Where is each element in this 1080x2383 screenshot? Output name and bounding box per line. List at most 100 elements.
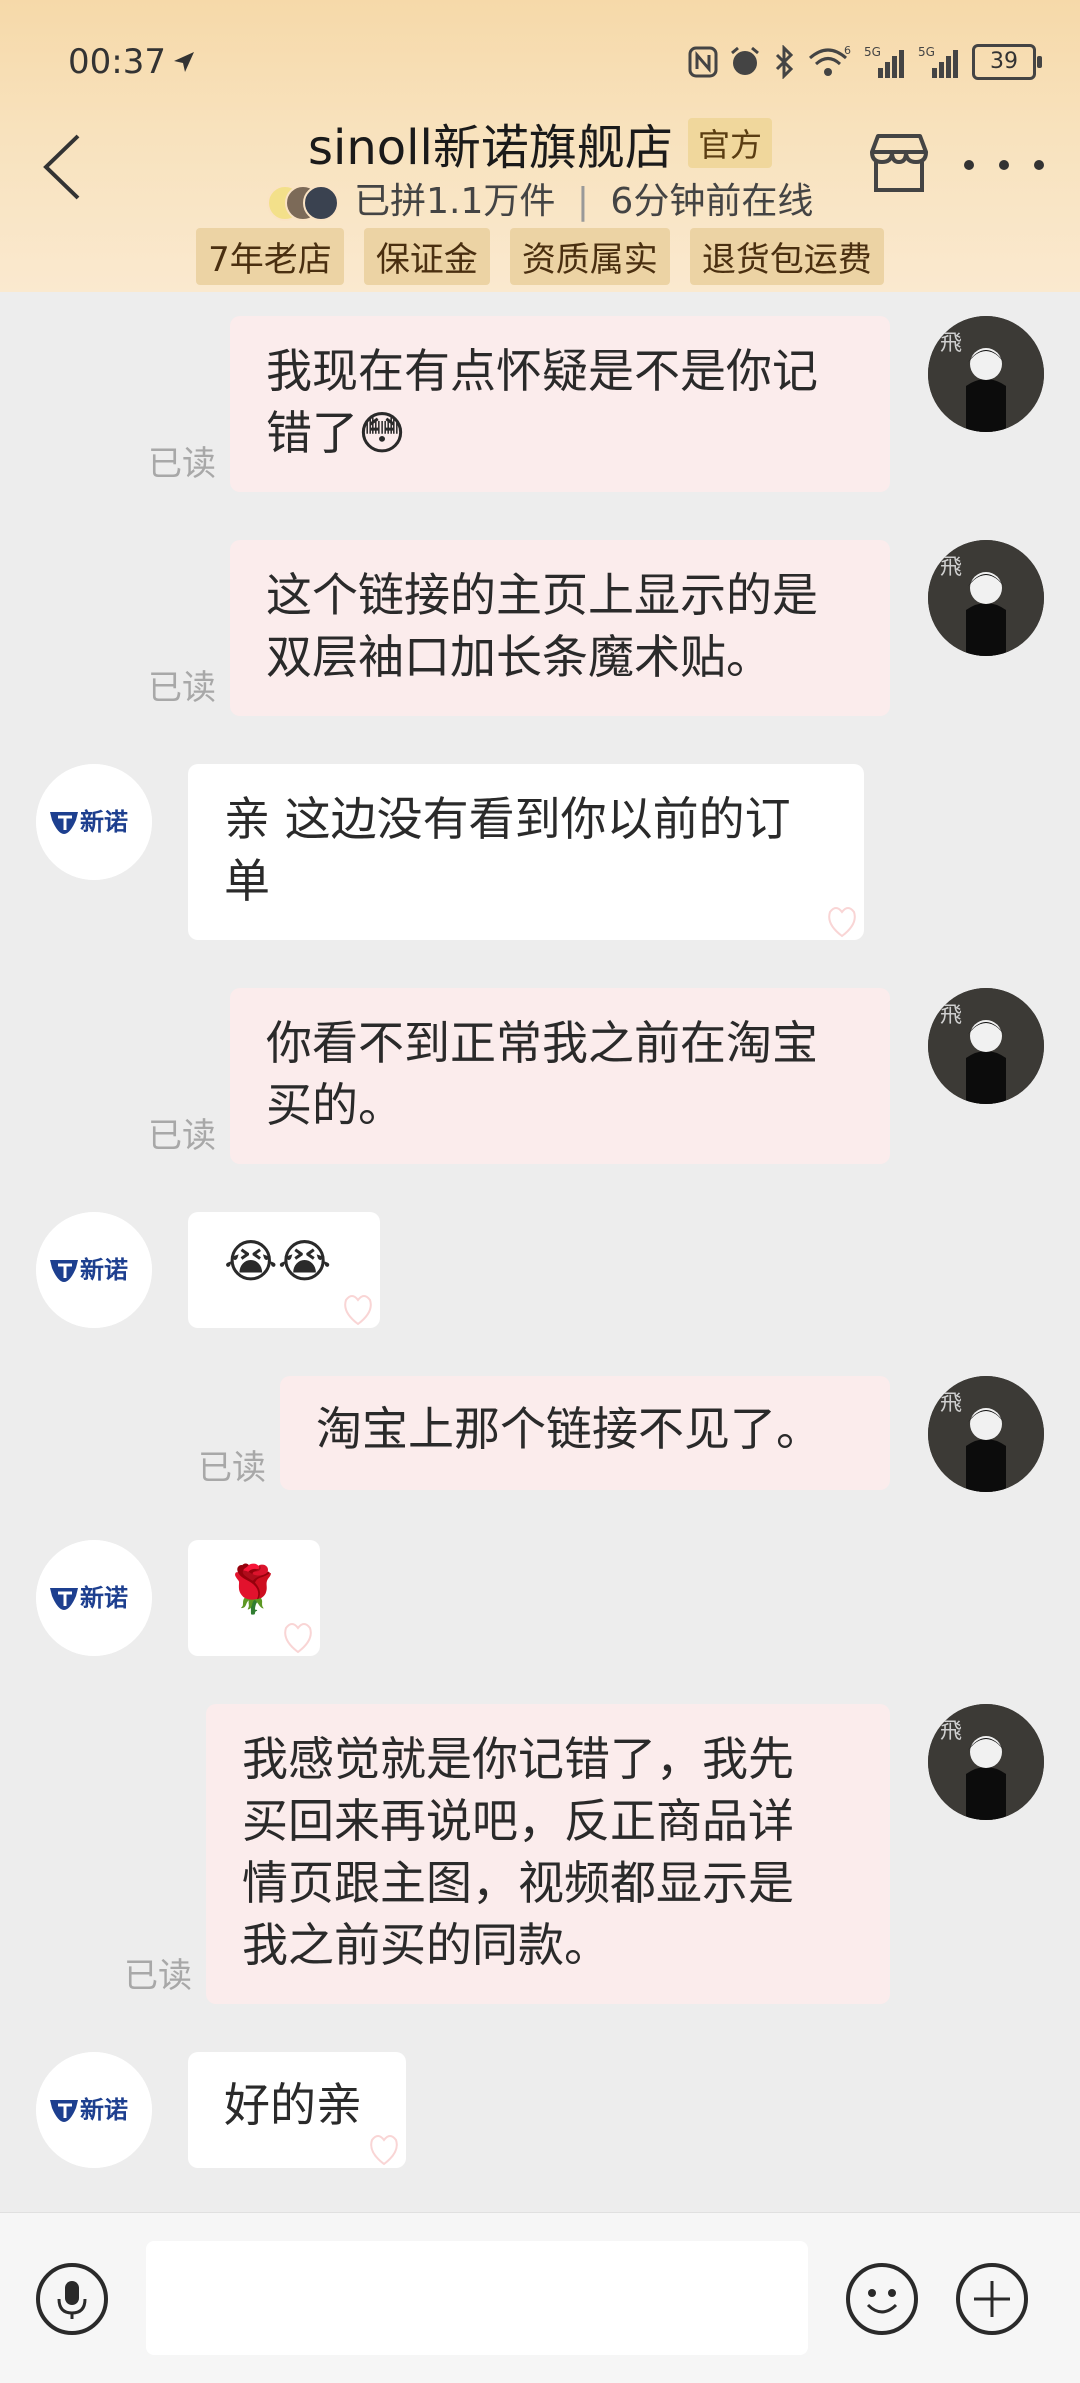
status-time: 00:37 xyxy=(68,42,166,82)
message-list[interactable]: 已读 我现在有点怀疑是不是你记 错了😳 飛 已读 这个链接的主页上显示的是 双层… xyxy=(0,292,1080,2212)
read-receipt: 已读 xyxy=(124,1956,192,1996)
flushed-face-emoji: 😳 xyxy=(358,406,406,460)
more-dots-icon xyxy=(999,160,1009,170)
svg-text:新诺: 新诺 xyxy=(80,1256,128,1284)
svg-text:飛: 飛 xyxy=(940,555,962,580)
svg-text:新诺: 新诺 xyxy=(80,2096,128,2124)
shop-logo-icon: 新诺 xyxy=(36,1212,152,1328)
shop-tag: 退货包运费 xyxy=(689,228,884,285)
svg-text:新诺: 新诺 xyxy=(80,1584,128,1612)
watermark-icon xyxy=(370,2135,398,2166)
microphone-icon xyxy=(57,2281,87,2319)
shop-tags: 7年老店 保证金 资质属实 退货包运费 xyxy=(0,228,1080,285)
message-bubble[interactable]: 这个链接的主页上显示的是 双层袖口加长条魔术贴。 xyxy=(230,540,890,716)
user-avatar[interactable]: 飛 xyxy=(928,316,1044,432)
buyer-avatar xyxy=(302,185,339,221)
svg-text:飛: 飛 xyxy=(940,1391,962,1416)
emoji-button[interactable] xyxy=(846,2263,918,2335)
crying-face-emoji: 😭😭 xyxy=(224,1234,332,1288)
status-bar: 00:37 6 5G 5G 39 xyxy=(0,0,1080,120)
bluetooth-icon xyxy=(775,45,794,79)
message-text: 错了 xyxy=(266,406,358,460)
message-bubble[interactable]: 我现在有点怀疑是不是你记 错了😳 xyxy=(230,316,890,492)
more-options-button[interactable] xyxy=(964,150,1044,180)
message-text: 单 xyxy=(224,854,270,908)
message-text: 好的亲 xyxy=(224,2078,362,2132)
user-avatar[interactable]: 飛 xyxy=(928,988,1044,1104)
alarm-icon xyxy=(731,46,759,75)
nfc-icon xyxy=(688,46,718,78)
shop-name: sinoll新诺旗舰店 xyxy=(308,120,673,176)
message-text: 双层袖口加长条魔术贴。 xyxy=(266,630,772,684)
message-bubble[interactable]: 好的亲 xyxy=(188,2052,406,2168)
shop-logo-icon: 新诺 xyxy=(36,764,152,880)
svg-text:飛: 飛 xyxy=(940,331,962,356)
shop-tag: 资质属实 xyxy=(509,228,670,285)
official-badge: 官方 xyxy=(687,118,772,168)
user-avatar[interactable]: 飛 xyxy=(928,1376,1044,1492)
chat-header: 00:37 6 5G 5G 39 sinoll新诺旗舰店 官方 已拼1.1万件 … xyxy=(0,0,1080,292)
user-avatar-image: 飛 xyxy=(928,988,1044,1104)
message-bubble[interactable]: 你看不到正常我之前在淘宝 买的。 xyxy=(230,988,890,1164)
shop-tag: 保证金 xyxy=(363,228,490,285)
read-receipt: 已读 xyxy=(198,1448,266,1488)
user-avatar[interactable]: 飛 xyxy=(928,1704,1044,1820)
message-bubble[interactable]: 淘宝上那个链接不见了。 xyxy=(280,1376,890,1490)
message-bubble[interactable]: 😭😭 xyxy=(188,1212,380,1328)
svg-text:5G: 5G xyxy=(918,45,935,59)
message-input[interactable] xyxy=(146,2241,808,2355)
user-avatar-image: 飛 xyxy=(928,1704,1044,1820)
svg-text:5G: 5G xyxy=(864,45,881,59)
message-text: 这个链接的主页上显示的是 xyxy=(266,568,818,622)
location-arrow-icon xyxy=(174,52,194,72)
voice-button[interactable] xyxy=(36,2263,108,2335)
svg-text:新诺: 新诺 xyxy=(80,808,128,836)
read-receipt: 已读 xyxy=(148,1116,216,1156)
watermark-icon xyxy=(284,1623,312,1654)
more-dots-icon xyxy=(1034,160,1044,170)
store-button[interactable] xyxy=(864,128,934,198)
svg-text:6: 6 xyxy=(844,44,851,57)
message-text: 我现在有点怀疑是不是你记 xyxy=(266,344,818,398)
shop-avatar[interactable]: 新诺 xyxy=(36,764,152,880)
sales-stat: 已拼1.1万件 xyxy=(354,181,556,222)
wifi-icon: 6 xyxy=(809,44,851,76)
shop-avatar[interactable]: 新诺 xyxy=(36,1540,152,1656)
read-receipt: 已读 xyxy=(148,668,216,708)
user-avatar-image: 飛 xyxy=(928,316,1044,432)
shop-tag: 7年老店 xyxy=(196,228,344,285)
message-bubble[interactable]: 亲 这边没有看到你以前的订 单 xyxy=(188,764,864,940)
signal-5g-icon-2: 5G xyxy=(918,45,958,78)
plus-icon xyxy=(974,2281,1010,2317)
svg-text:飛: 飛 xyxy=(940,1719,962,1744)
shop-avatar[interactable]: 新诺 xyxy=(36,2052,152,2168)
more-dots-icon xyxy=(964,160,974,170)
shop-avatar[interactable]: 新诺 xyxy=(36,1212,152,1328)
plus-button[interactable] xyxy=(956,2263,1028,2335)
input-bar xyxy=(0,2212,1080,2383)
online-status: 6分钟前在线 xyxy=(610,181,814,222)
user-avatar[interactable]: 飛 xyxy=(928,540,1044,656)
svg-text:飛: 飛 xyxy=(940,1003,962,1028)
shop-logo-icon: 新诺 xyxy=(36,1540,152,1656)
battery-indicator: 39 xyxy=(972,44,1042,80)
message-bubble[interactable]: 我感觉就是你记错了，我先 买回来再说吧，反正商品详 情页跟主图，视频都显示是 我… xyxy=(206,1704,890,2004)
message-text: 买回来再说吧，反正商品详 xyxy=(242,1794,794,1848)
message-text: 情页跟主图，视频都显示是 xyxy=(242,1856,794,1910)
smiley-icon xyxy=(866,2289,898,2314)
message-text: 我之前买的同款。 xyxy=(242,1918,610,1972)
signal-5g-icon: 5G xyxy=(864,45,904,78)
message-bubble[interactable]: 🌹 xyxy=(188,1540,320,1656)
watermark-icon xyxy=(828,907,856,938)
message-text: 买的。 xyxy=(266,1078,404,1132)
shop-logo-icon: 新诺 xyxy=(36,2052,152,2168)
read-receipt: 已读 xyxy=(148,444,216,484)
rose-emoji: 🌹 xyxy=(224,1562,282,1616)
user-avatar-image: 飛 xyxy=(928,1376,1044,1492)
watermark-icon xyxy=(344,1295,372,1326)
message-text: 亲 这边没有看到你以前的订 xyxy=(224,792,791,846)
message-text: 你看不到正常我之前在淘宝 xyxy=(266,1016,818,1070)
divider: | xyxy=(576,181,589,222)
user-avatar-image: 飛 xyxy=(928,540,1044,656)
message-text: 我感觉就是你记错了，我先 xyxy=(242,1732,794,1786)
